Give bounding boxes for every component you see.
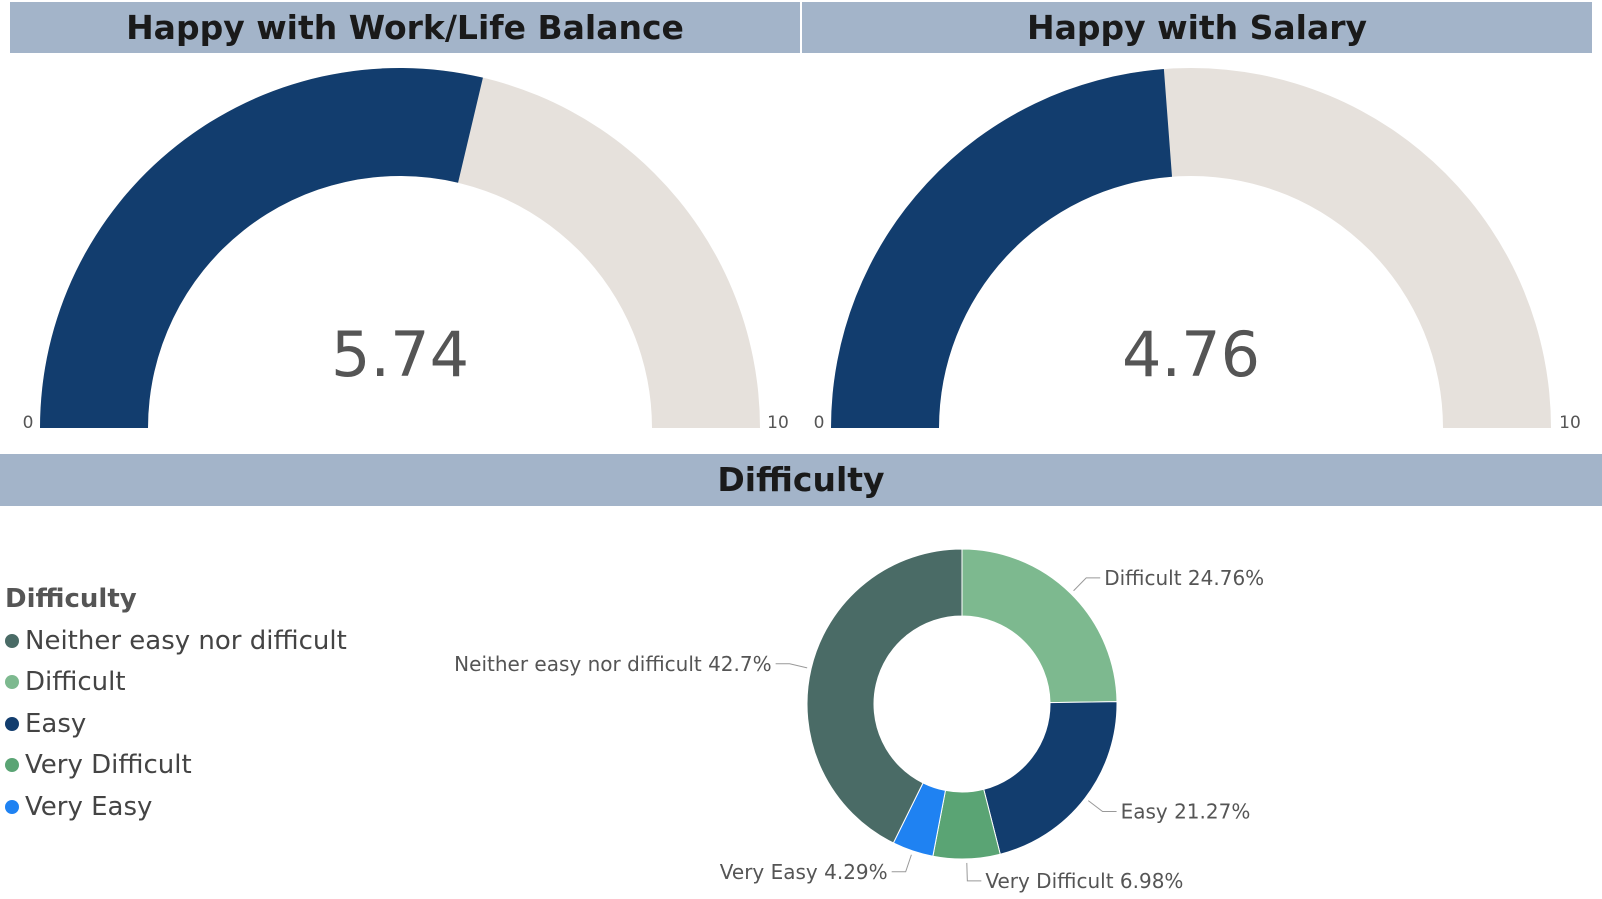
legend-dot-icon <box>5 758 19 773</box>
gauge-value: 4.76 <box>1122 318 1260 391</box>
legend-dot-icon <box>5 633 19 648</box>
legend-item[interactable]: Easy <box>5 703 347 745</box>
leader-line <box>775 663 808 669</box>
legend-dot-icon <box>5 799 19 814</box>
difficulty-legend: Difficulty Neither easy nor difficult Di… <box>5 584 347 828</box>
donut-data-label: Neither easy nor difficult 42.7% <box>454 652 771 676</box>
donut-slice[interactable] <box>961 548 1118 704</box>
gauge-fill <box>831 69 1173 428</box>
donut-data-label: Difficult 24.76% <box>1104 566 1264 590</box>
leader-line <box>1087 800 1117 813</box>
legend-label: Neither easy nor difficult <box>25 625 347 656</box>
donut-slice[interactable] <box>983 701 1118 855</box>
donut-data-label: Very Difficult 6.98% <box>985 869 1183 893</box>
gauge-min-label: 0 <box>23 413 34 433</box>
legend-dot-icon <box>5 716 19 731</box>
legend-label: Difficult <box>25 667 126 698</box>
legend-label: Easy <box>25 708 87 739</box>
donut-data-label: Easy 21.27% <box>1121 800 1251 824</box>
leader-line <box>966 862 982 882</box>
gauge-max-label: 10 <box>1559 413 1581 433</box>
gauge-value: 5.74 <box>331 318 469 391</box>
leader-line <box>1073 577 1101 592</box>
salary-gauge: 4.76 0 10 <box>814 68 1581 433</box>
legend-item[interactable]: Very Easy <box>5 786 347 828</box>
work-life-balance-gauge: 5.74 0 10 <box>23 68 789 433</box>
legend-item[interactable]: Neither easy nor difficult <box>5 620 347 662</box>
legend-item[interactable]: Very Difficult <box>5 745 347 787</box>
difficulty-donut: Difficult 24.76% Easy 21.27% Very Difficul… <box>454 548 1264 893</box>
legend-dot-icon <box>5 675 19 690</box>
gauge-max-label: 10 <box>767 413 789 433</box>
legend-label: Very Easy <box>25 791 153 822</box>
legend-title: Difficulty <box>5 584 137 614</box>
donut-data-label: Very Easy 4.29% <box>720 860 888 884</box>
legend-item[interactable]: Difficult <box>5 662 347 704</box>
legend-label: Very Difficult <box>25 750 192 781</box>
leader-line <box>891 854 912 873</box>
gauge-min-label: 0 <box>814 413 825 433</box>
